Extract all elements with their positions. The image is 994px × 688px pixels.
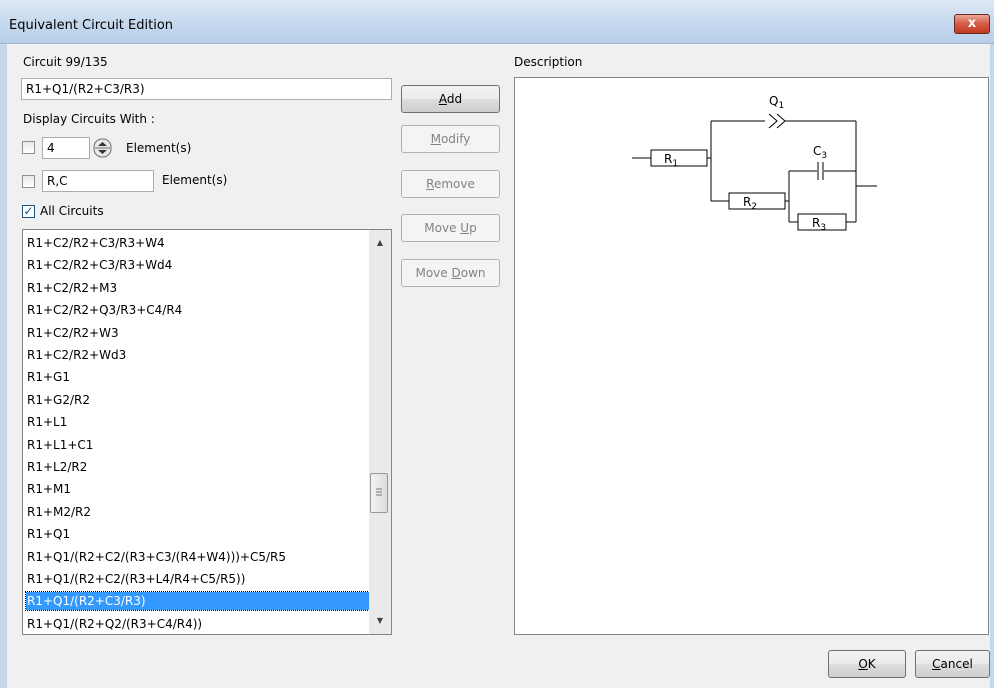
list-item[interactable]: R1+C2/R2+Q3/R3+C4/R4 <box>26 301 369 319</box>
r1-resistor <box>650 149 708 167</box>
list-scrollbar[interactable]: ▲ ▼ <box>369 230 391 634</box>
element-types-input[interactable]: R,C <box>42 170 154 192</box>
list-item[interactable]: R1+Q1 <box>26 525 369 543</box>
circuit-list[interactable]: R1+C2/R2+C3/R3+W4 R1+C2/R2+C3/R3+Wd4 R1+C2… <box>22 229 392 635</box>
scroll-down-icon[interactable]: ▼ <box>369 612 391 630</box>
element-types-checkbox[interactable] <box>22 175 35 188</box>
all-circuits-label: All Circuits <box>40 204 104 218</box>
all-circuits-checkbox[interactable]: ✓ <box>22 205 35 218</box>
modify-button[interactable]: Modify <box>401 125 500 153</box>
list-item[interactable]: R1+M1 <box>26 480 369 498</box>
list-item[interactable]: R1+L1 <box>26 413 369 431</box>
c3-label: C3 <box>813 144 827 161</box>
element-count-suffix: Element(s) <box>126 141 192 155</box>
list-item[interactable]: R1+C2/R2+C3/R3+W4 <box>26 234 369 252</box>
q1-label: Q1 <box>769 94 784 111</box>
list-item[interactable]: R1+C2/R2+W3 <box>26 324 369 342</box>
close-button[interactable]: x <box>954 14 990 34</box>
list-item[interactable]: R1+L1+C1 <box>26 436 369 454</box>
display-circuits-label: Display Circuits With : <box>23 112 155 126</box>
list-item[interactable]: R1+C2/R2+Wd3 <box>26 346 369 364</box>
circuit-formula-input[interactable]: R1+Q1/(R2+C3/R3) <box>21 78 392 100</box>
add-button[interactable]: Add <box>401 85 500 113</box>
list-item[interactable]: R1+M2/R2 <box>26 503 369 521</box>
element-types-suffix: Element(s) <box>162 173 228 187</box>
move-up-button[interactable]: Move Up <box>401 214 500 242</box>
list-item[interactable]: R1+Q1/(R2+Q2/(R3+C4/R4)) <box>26 615 369 633</box>
description-panel: R1 R2 R3 C3 Q1 <box>514 77 989 635</box>
circuit-diagram: R1 R2 R3 C3 Q1 <box>632 94 877 233</box>
cancel-button[interactable]: Cancel <box>915 650 990 678</box>
element-count-spinner[interactable] <box>92 137 114 159</box>
circuit-counter-label: Circuit 99/135 <box>23 55 108 69</box>
description-label: Description <box>514 55 583 69</box>
list-item[interactable]: R1+G1 <box>26 368 369 386</box>
scroll-up-icon[interactable]: ▲ <box>369 234 391 252</box>
list-item-selected[interactable]: R1+Q1/(R2+C3/R3) <box>25 591 370 612</box>
grip-icon <box>376 488 382 496</box>
list-item[interactable]: R1+G2/R2 <box>26 391 369 409</box>
list-item[interactable]: R1+L2/R2 <box>26 458 369 476</box>
element-count-checkbox[interactable] <box>22 141 35 154</box>
move-down-button[interactable]: Move Down <box>401 259 500 287</box>
element-count-input[interactable]: 4 <box>42 137 90 159</box>
window-title: Equivalent Circuit Edition <box>9 18 174 33</box>
list-item[interactable]: R1+C2/R2+C3/R3+Wd4 <box>26 256 369 274</box>
list-item[interactable]: R1+Q1/(R2+C2/(R3+L4/R4+C5/R5)) <box>26 570 369 588</box>
scroll-thumb[interactable] <box>370 473 388 513</box>
ok-button[interactable]: OK <box>828 650 906 678</box>
remove-button[interactable]: Remove <box>401 170 500 198</box>
list-item[interactable]: R1+C2/R2+M3 <box>26 279 369 297</box>
list-item[interactable]: R1+Q1/(R2+C2/(R3+C3/(R4+W4)))+C5/R5 <box>26 548 369 566</box>
